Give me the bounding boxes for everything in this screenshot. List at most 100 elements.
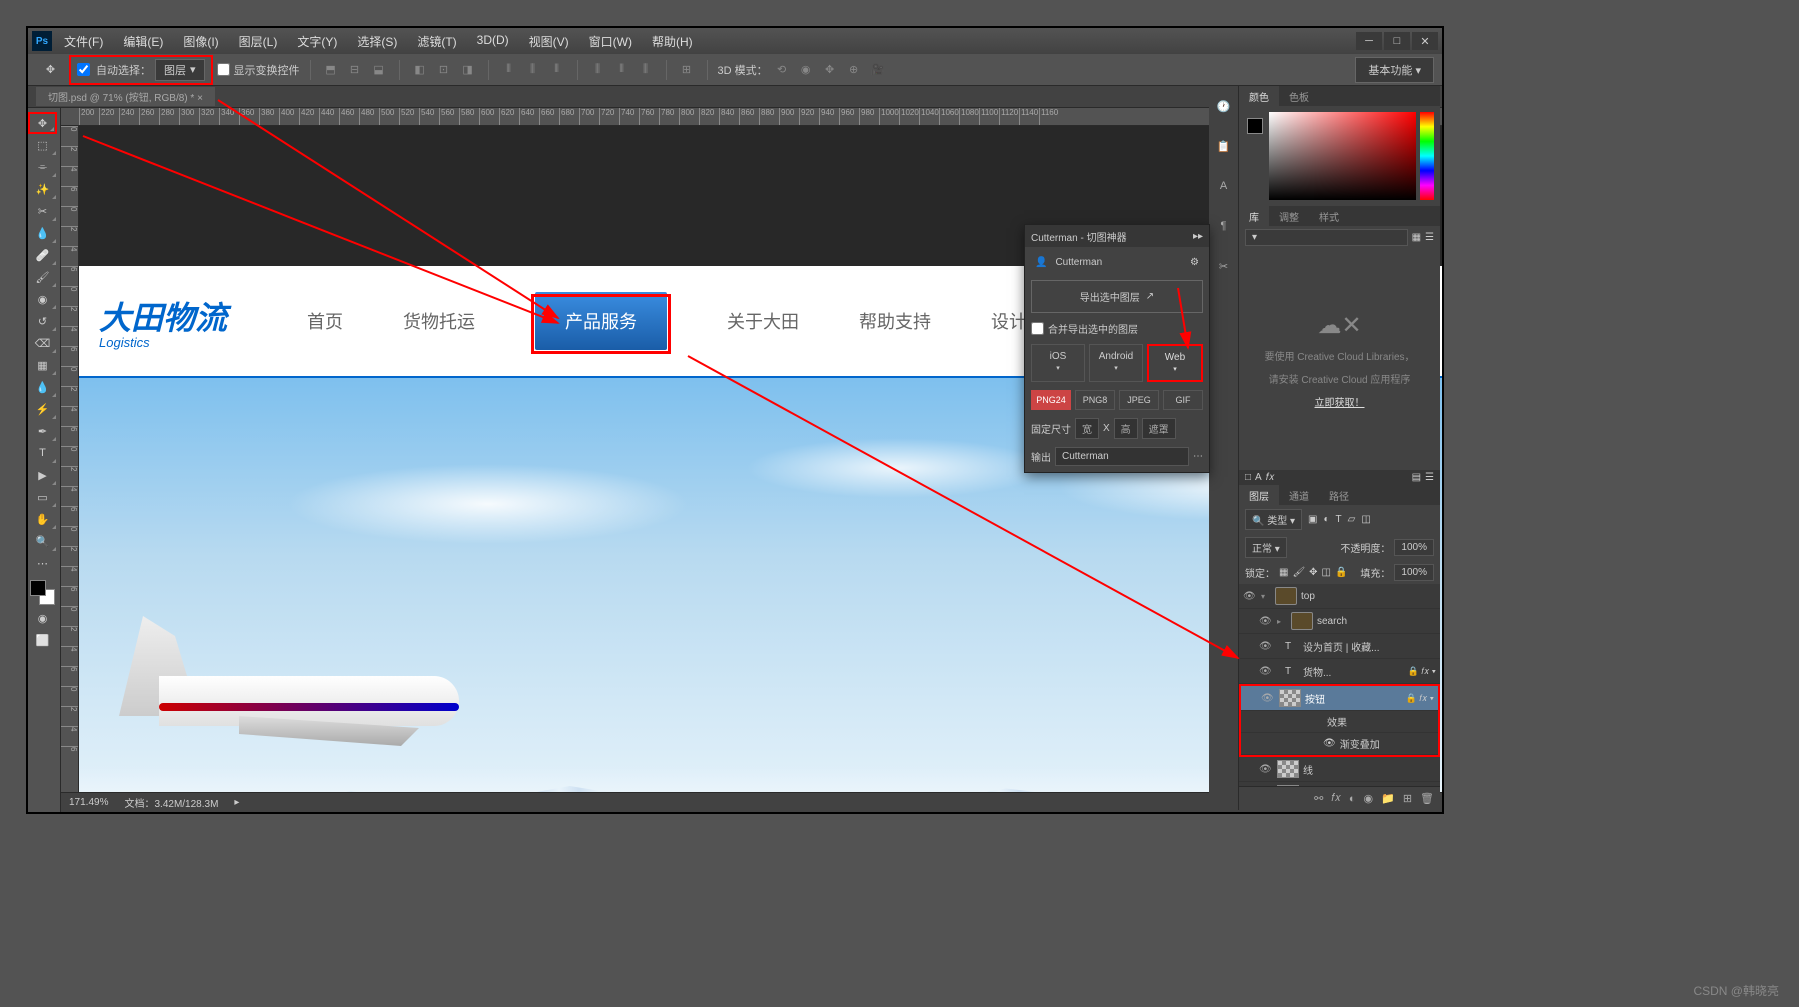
lock-all-icon[interactable]: 🔒: [1335, 567, 1347, 578]
zoom-status[interactable]: 171.49%: [69, 797, 108, 808]
filter-adjust-icon[interactable]: ◐: [1324, 514, 1330, 525]
lock-pixels-icon[interactable]: 🖌: [1292, 567, 1305, 578]
layer-fx-icon[interactable]: 𝑓𝑥: [1331, 792, 1341, 805]
menu-视图(V)[interactable]: 视图(V): [525, 31, 573, 52]
mask-input[interactable]: 遮罩: [1142, 418, 1176, 439]
magic-wand-tool[interactable]: ✨: [28, 178, 57, 200]
layer-visibility-icon[interactable]: 👁: [1261, 693, 1275, 704]
align-right-icon[interactable]: ◨: [458, 60, 478, 80]
gear-icon[interactable]: ⚙: [1190, 257, 1199, 268]
platform-web[interactable]: Web▾: [1147, 344, 1203, 382]
layer-visibility-icon[interactable]: 👁: [1259, 641, 1273, 652]
export-selection-button[interactable]: 导出选中图层 ↗: [1031, 280, 1203, 313]
height-input[interactable]: 高: [1114, 418, 1138, 439]
eraser-tool[interactable]: ⌫: [28, 332, 57, 354]
3d-icon5[interactable]: 🎥: [868, 60, 888, 80]
workspace-switcher[interactable]: 基本功能 ▾: [1355, 57, 1434, 83]
blend-mode-dropdown[interactable]: 正常 ▾: [1245, 537, 1287, 558]
maximize-button[interactable]: □: [1384, 32, 1410, 50]
new-layer-icon[interactable]: ⊞: [1403, 792, 1412, 805]
auto-align-icon[interactable]: ⊞: [677, 60, 697, 80]
3d-icon4[interactable]: ⊕: [844, 60, 864, 80]
clone-stamp-tool[interactable]: ◉: [28, 288, 57, 310]
marquee-tool[interactable]: ⬚: [28, 134, 57, 156]
filter-text-icon[interactable]: T: [1336, 514, 1342, 525]
lock-artboard-icon[interactable]: ◫: [1322, 567, 1331, 578]
pen-tool[interactable]: ✒: [28, 420, 57, 442]
screen-mode-tool[interactable]: ⬜: [28, 629, 57, 651]
merge-export-checkbox[interactable]: 合并导出选中的图层: [1031, 321, 1203, 336]
layer-fx-indicator[interactable]: 🔒 𝑓𝑥 ▾: [1406, 693, 1434, 704]
close-button[interactable]: ✕: [1412, 32, 1438, 50]
menu-3D(D)[interactable]: 3D(D): [473, 31, 513, 52]
format-jpeg[interactable]: JPEG: [1119, 390, 1159, 410]
layer-fx-indicator[interactable]: 🔒 𝑓𝑥 ▾: [1408, 666, 1436, 677]
output-path[interactable]: Cutterman: [1055, 447, 1189, 466]
hue-slider[interactable]: [1420, 112, 1434, 200]
filter-shape-icon[interactable]: ▱: [1348, 514, 1356, 525]
filter-pixel-icon[interactable]: ▣: [1308, 514, 1317, 525]
layer-row[interactable]: 👁T货物...🔒 𝑓𝑥 ▾: [1239, 659, 1440, 684]
history-brush-tool[interactable]: ↺: [28, 310, 57, 332]
format-png24[interactable]: PNG24: [1031, 390, 1071, 410]
filter-smart-icon[interactable]: ◫: [1361, 514, 1370, 525]
3d-icon1[interactable]: ⟲: [772, 60, 792, 80]
tab-libraries[interactable]: 库: [1239, 206, 1269, 226]
tab-styles[interactable]: 样式: [1309, 206, 1349, 226]
tab-color[interactable]: 颜色: [1239, 86, 1279, 106]
layer-row[interactable]: 👁线: [1239, 757, 1440, 782]
auto-select-checkbox[interactable]: [77, 63, 90, 76]
layer-visibility-icon[interactable]: 👁: [1259, 666, 1273, 677]
tab-adjustments[interactable]: 调整: [1269, 206, 1309, 226]
edit-toolbar[interactable]: ⋯: [28, 552, 57, 574]
menu-窗口(W)[interactable]: 窗口(W): [585, 31, 636, 52]
grid-view-icon[interactable]: ▦: [1412, 232, 1421, 243]
platform-android[interactable]: Android▾: [1089, 344, 1143, 382]
panel-menu-icon[interactable]: ☰: [1425, 472, 1434, 483]
filter-kind-dropdown[interactable]: 🔍 类型 ▾: [1245, 509, 1302, 530]
align-top-icon[interactable]: ⬒: [321, 60, 341, 80]
shape-tool[interactable]: ▭: [28, 486, 57, 508]
align-hcenter-icon[interactable]: ⊡: [434, 60, 454, 80]
color-field[interactable]: [1269, 112, 1416, 200]
align-bottom-icon[interactable]: ⬓: [369, 60, 389, 80]
cutterman-collapse-icon[interactable]: ▸▸: [1193, 231, 1203, 242]
menu-文字(Y)[interactable]: 文字(Y): [293, 31, 341, 52]
get-now-link[interactable]: 立即获取！: [1315, 394, 1365, 409]
lib-dropdown[interactable]: ▾: [1245, 229, 1408, 246]
properties-icon[interactable]: 📋: [1209, 136, 1238, 156]
show-transform-checkbox[interactable]: [217, 63, 230, 76]
panel-menu-icon[interactable]: ▤: [1412, 472, 1421, 483]
color-swatch[interactable]: [28, 578, 57, 607]
text-tool[interactable]: T: [28, 442, 57, 464]
quick-mask-tool[interactable]: ◉: [28, 607, 57, 629]
layer-row[interactable]: 效果: [1241, 711, 1438, 733]
distribute-icon6[interactable]: ⫼: [636, 60, 656, 80]
browse-icon[interactable]: ⋯: [1193, 451, 1203, 462]
3d-icon2[interactable]: ◉: [796, 60, 816, 80]
fx-icon[interactable]: □: [1245, 472, 1251, 483]
fill-input[interactable]: 100%: [1394, 564, 1434, 581]
layer-visibility-icon[interactable]: 👁: [1259, 764, 1273, 775]
hand-tool[interactable]: ✋: [28, 508, 57, 530]
adjustment-layer-icon[interactable]: ◉: [1364, 792, 1374, 805]
menu-图像(I)[interactable]: 图像(I): [179, 31, 222, 52]
character-icon[interactable]: A: [1209, 176, 1238, 196]
list-view-icon[interactable]: ☰: [1425, 232, 1434, 243]
layer-row[interactable]: 👁T设为首页 | 收藏...: [1239, 634, 1440, 659]
menu-文件(F)[interactable]: 文件(F): [60, 31, 107, 52]
menu-选择(S)[interactable]: 选择(S): [353, 31, 401, 52]
fx-icon[interactable]: A: [1255, 472, 1262, 483]
auto-select-dropdown[interactable]: 图层 ▾: [155, 59, 205, 81]
paragraph-icon[interactable]: ¶: [1209, 216, 1238, 236]
layer-visibility-icon[interactable]: 👁: [1243, 591, 1257, 602]
align-left-icon[interactable]: ◧: [410, 60, 430, 80]
zoom-tool[interactable]: 🔍: [28, 530, 57, 552]
3d-icon3[interactable]: ✥: [820, 60, 840, 80]
platform-ios[interactable]: iOS▾: [1031, 344, 1085, 382]
gradient-tool[interactable]: ▦: [28, 354, 57, 376]
lock-transparency-icon[interactable]: ▦: [1279, 567, 1288, 578]
history-icon[interactable]: 🕐: [1209, 96, 1238, 116]
cutterman-title-bar[interactable]: Cutterman - 切图神器 ▸▸: [1025, 225, 1209, 247]
tab-layers[interactable]: 图层: [1239, 485, 1279, 505]
